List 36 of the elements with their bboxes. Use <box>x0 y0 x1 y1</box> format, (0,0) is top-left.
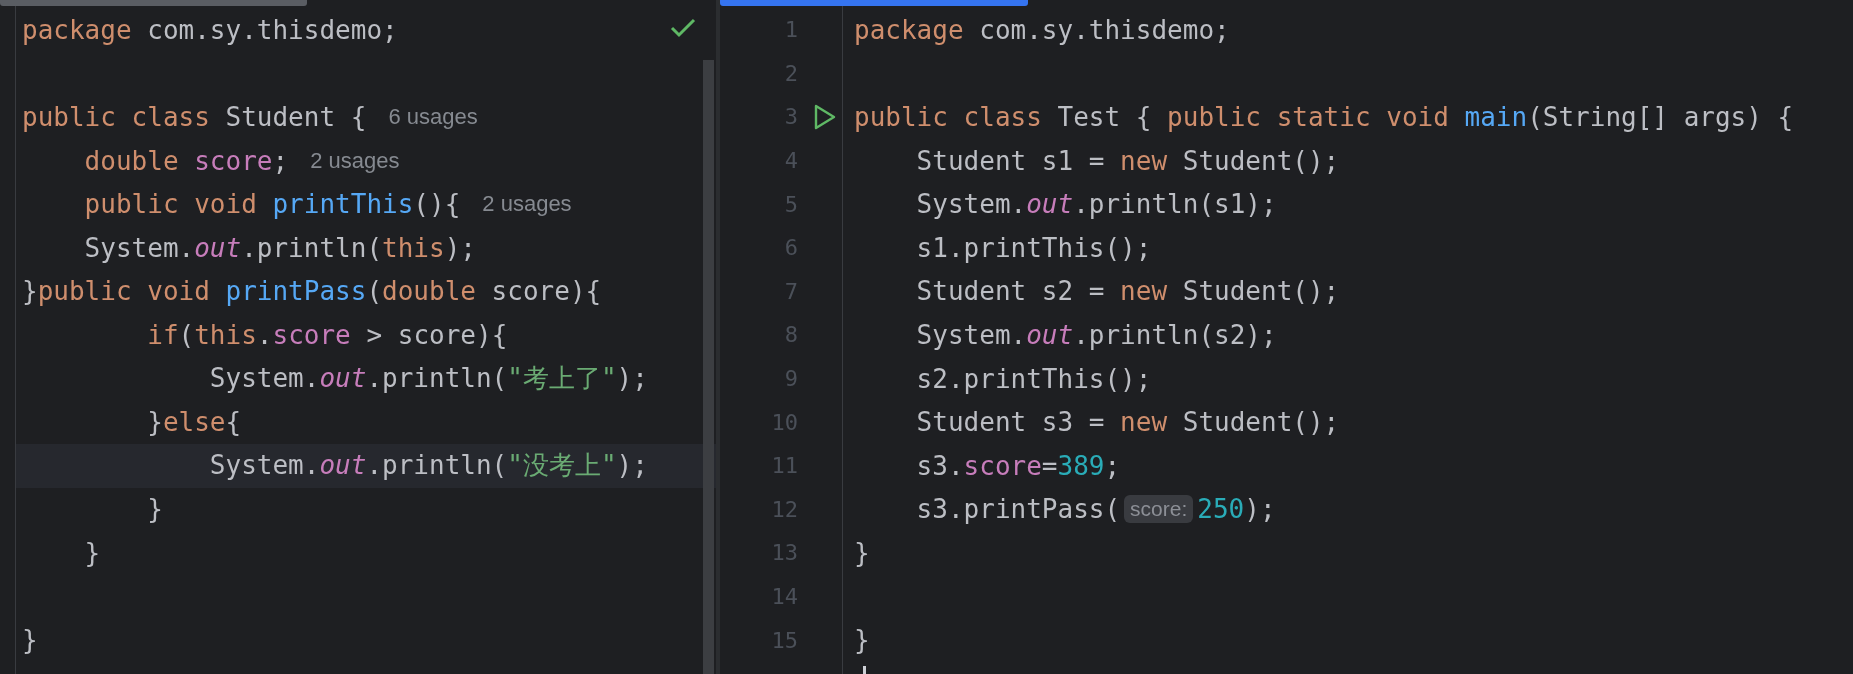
check-icon[interactable] <box>670 18 696 38</box>
run-icon[interactable] <box>813 104 837 130</box>
code-text: } <box>146 494 163 525</box>
code-text: s2.printThis(); <box>915 363 1152 394</box>
usages-hint[interactable]: 6 usages <box>388 104 478 130</box>
scroll-thumb[interactable] <box>703 60 714 674</box>
code-text: 250); <box>1197 494 1276 525</box>
code-text: package com.sy.thisdemo; <box>22 14 398 45</box>
code-text: public class Student { <box>22 102 367 132</box>
usages-hint[interactable]: 2 usages <box>482 191 572 218</box>
text-caret <box>863 666 866 674</box>
code-text: public void printThis(){ <box>83 189 461 220</box>
code-text: System.out.println("考上了"); <box>208 362 648 396</box>
code-text: double score; <box>83 145 289 176</box>
usages-hint[interactable]: 2 usages <box>310 147 400 174</box>
code-text: System.out.println("没考上"); <box>208 449 648 483</box>
code-text: }else{ <box>146 407 242 438</box>
code-text: } <box>22 625 38 656</box>
scroll-thumb[interactable] <box>0 0 307 6</box>
code-text: if(this.score > score){ <box>146 319 508 350</box>
code-text: System.out.println(s2); <box>915 319 1277 350</box>
code-text: Student s1 = new Student(); <box>915 145 1340 176</box>
code-text: System.out.println(this); <box>83 232 476 263</box>
code-text: Student s2 = new Student(); <box>915 276 1340 307</box>
code-text: package com.sy.thisdemo; <box>854 14 1230 45</box>
code-text: s1.printThis(); <box>915 232 1152 263</box>
parameter-hint: score: <box>1124 495 1194 524</box>
code-text: } <box>854 625 870 656</box>
code-text: s3.printPass( <box>915 494 1121 525</box>
code-text: s3.score=389; <box>915 450 1121 481</box>
code-text: } <box>854 537 870 568</box>
code-text: Student s3 = new Student(); <box>915 407 1340 438</box>
code-text: public class Test { public static void main(String[] args) { <box>854 102 1794 132</box>
code-text: } <box>83 537 101 568</box>
code-text: System.out.println(s1); <box>915 189 1277 220</box>
code-text: }public void printPass(double score){ <box>22 276 602 307</box>
